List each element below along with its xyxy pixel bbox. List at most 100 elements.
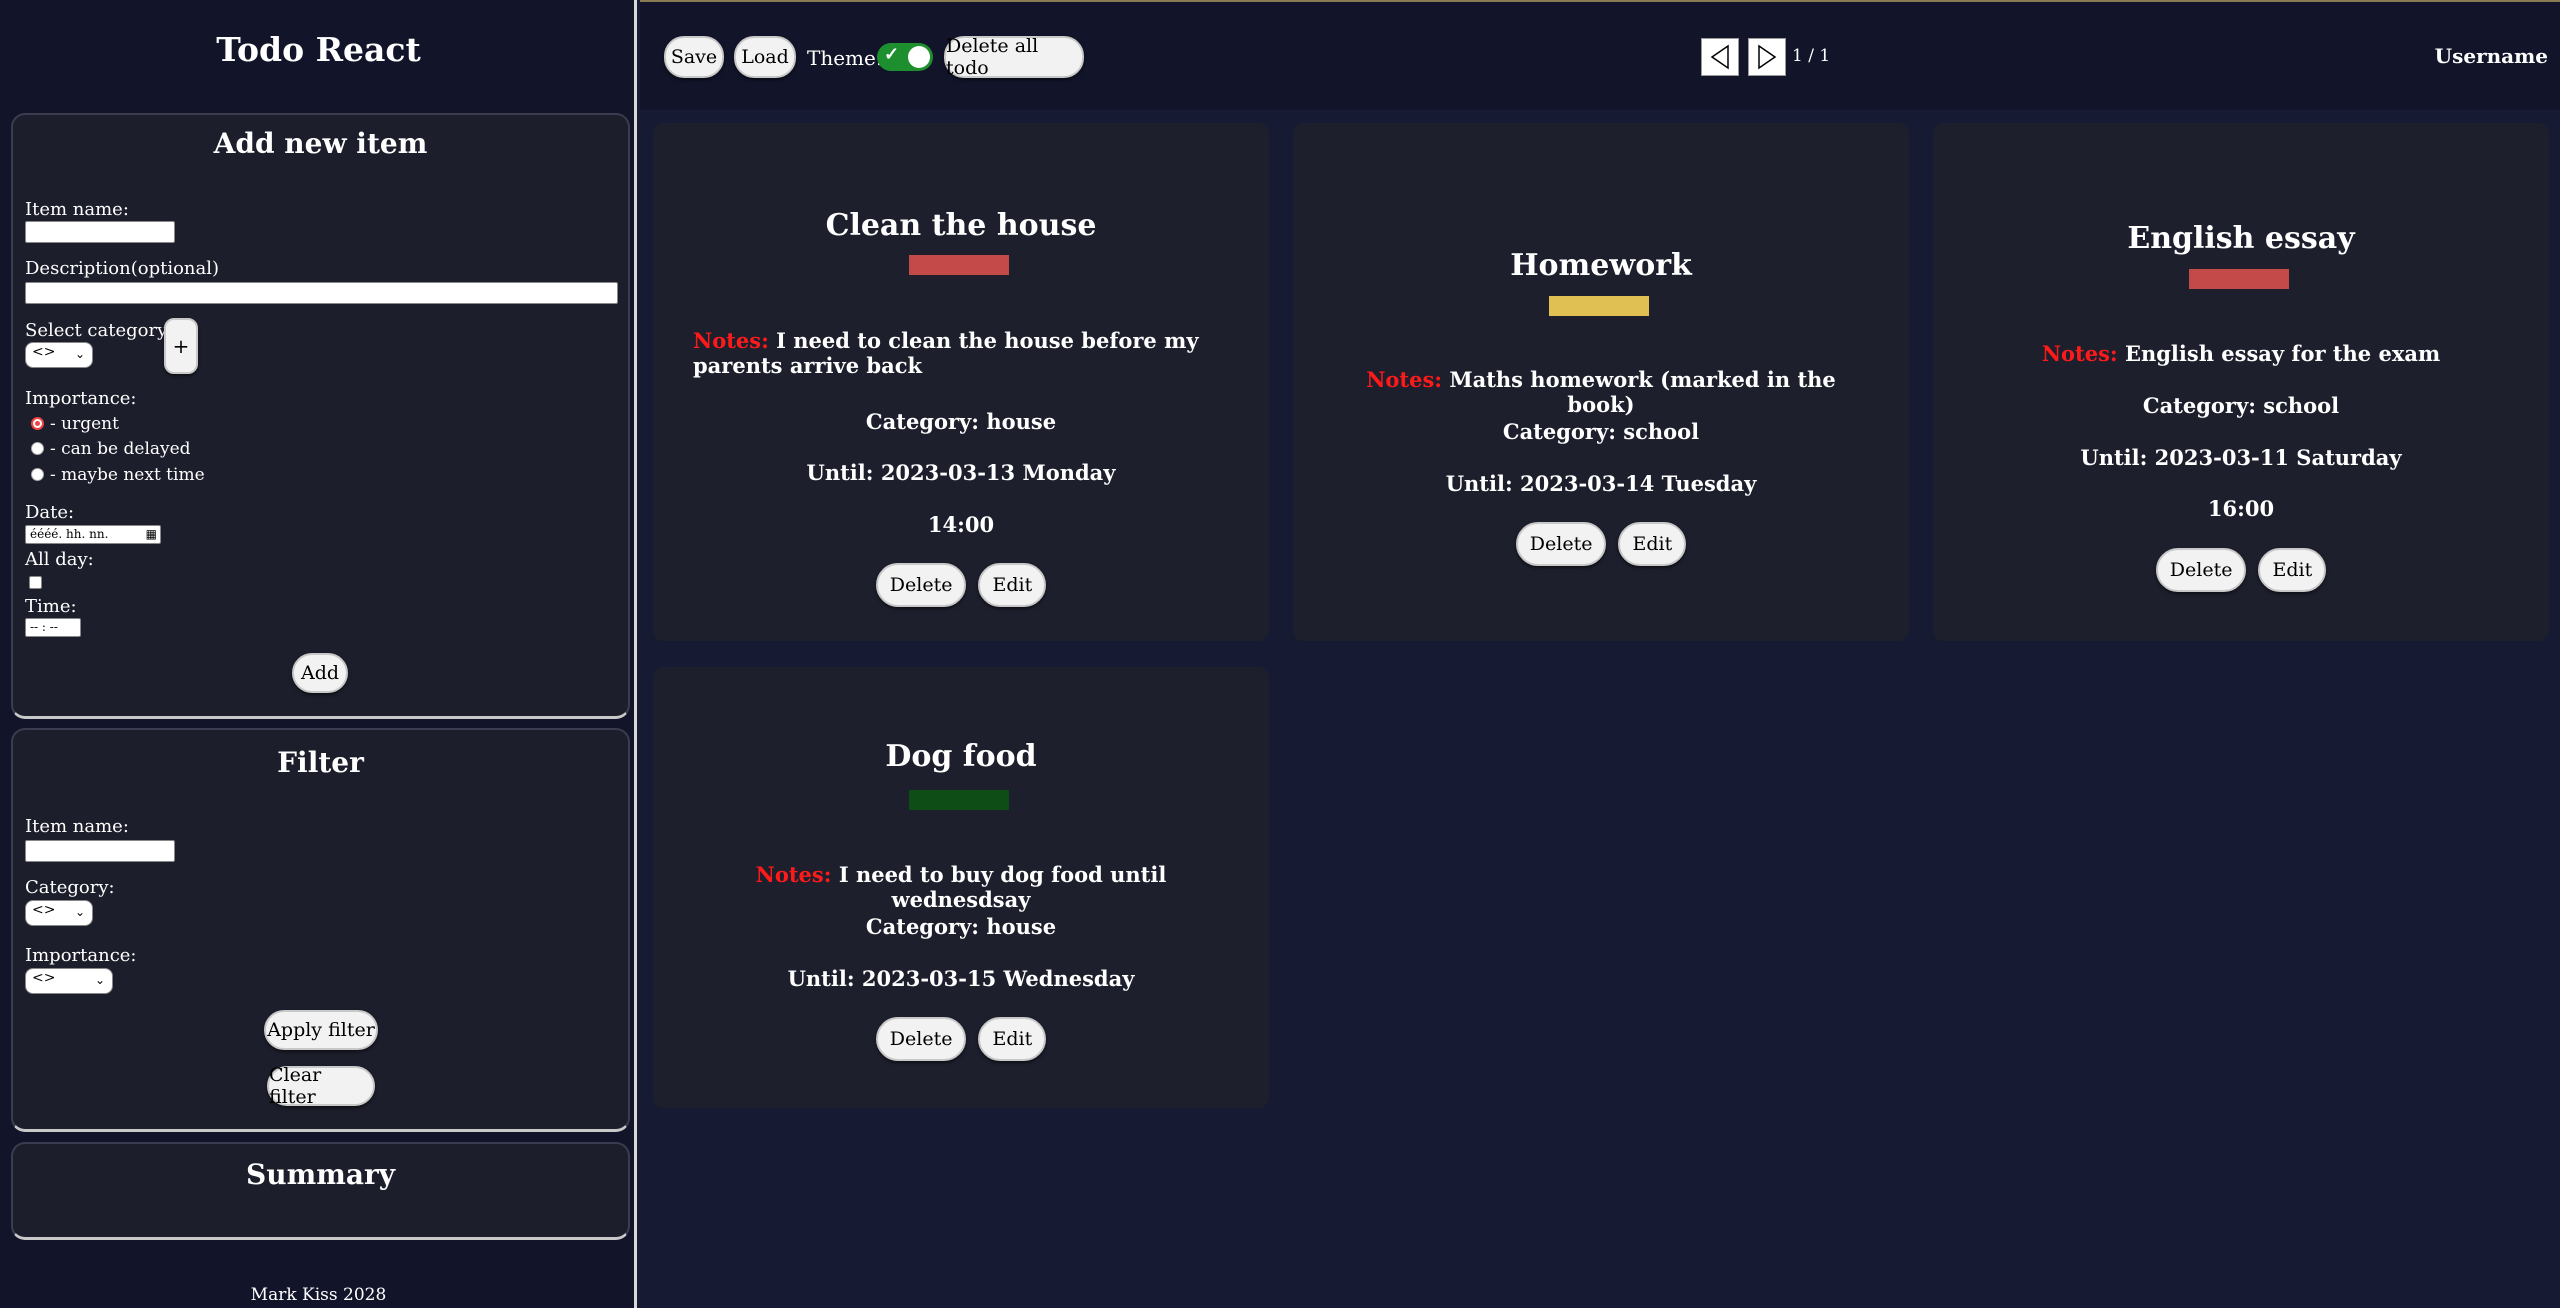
todo-category: Category: house <box>865 409 1057 434</box>
todo-category: Category: house <box>865 914 1057 939</box>
filter-category-select[interactable]: <> ⌄ <box>25 900 93 926</box>
todo-until: Until: 2023-03-14 Tuesday <box>1445 471 1757 496</box>
importance-option-delayed[interactable]: - can be delayed <box>31 439 191 459</box>
todo-title: Dog food <box>885 739 1037 774</box>
app-title: Todo React <box>216 30 421 69</box>
todo-category: Category: school <box>1502 419 1700 444</box>
importance-option-label: - urgent <box>50 414 119 434</box>
todo-grid: Clean the house Notes: I need to clean t… <box>640 110 2560 1308</box>
description-input[interactable] <box>25 282 618 304</box>
importance-bar <box>2189 269 2289 289</box>
delete-button[interactable]: Delete <box>1515 522 1607 566</box>
date-input[interactable]: éééé. hh. nn. ▦ <box>25 525 161 544</box>
delete-all-button[interactable]: Delete all todo <box>944 35 1084 79</box>
triangle-left-icon <box>1710 44 1729 70</box>
notes-label: Notes: <box>1366 367 1443 392</box>
username-label[interactable]: Username <box>2435 44 2548 68</box>
radio-icon[interactable] <box>31 468 44 481</box>
all-day-label: All day: <box>25 549 94 570</box>
chevron-down-icon: ⌄ <box>74 347 85 361</box>
todo-time: 14:00 <box>927 512 995 537</box>
todo-card: English essay Notes: English essay for t… <box>1933 123 2549 641</box>
footer-credit: Mark Kiss 2028 <box>250 1285 387 1305</box>
todo-notes: Notes: Maths homework (marked in the boo… <box>1333 367 1869 417</box>
importance-option-label: - maybe next time <box>50 465 205 485</box>
toggle-knob <box>908 46 930 68</box>
notes-label: Notes: <box>755 862 832 887</box>
add-item-panel: Add new item Item name: Description(opti… <box>11 113 630 719</box>
todo-until: Until: 2023-03-13 Monday <box>806 460 1116 485</box>
time-placeholder: -- : -- <box>30 620 58 634</box>
card-actions: Delete Edit <box>653 1017 1269 1061</box>
importance-bar <box>909 790 1009 810</box>
edit-button[interactable]: Edit <box>2258 548 2327 592</box>
theme-label: Theme: <box>807 46 883 70</box>
edit-button[interactable]: Edit <box>1618 522 1687 566</box>
item-name-label: Item name: <box>25 199 129 220</box>
todo-card: Dog food Notes: I need to buy dog food u… <box>653 667 1269 1108</box>
date-placeholder: éééé. hh. nn. <box>30 527 109 541</box>
todo-notes: Notes: English essay for the exam <box>1973 341 2509 366</box>
notes-label: Notes: <box>693 328 769 353</box>
edit-button[interactable]: Edit <box>978 1017 1047 1061</box>
notes-text: English essay for the exam <box>2124 341 2441 366</box>
todo-card: Clean the house Notes: I need to clean t… <box>653 123 1269 641</box>
sidebar: Todo React Add new item Item name: Descr… <box>0 0 637 1308</box>
todo-time: 16:00 <box>2207 496 2275 521</box>
category-select-value: <> <box>32 344 56 360</box>
next-page-button[interactable] <box>1748 38 1786 76</box>
all-day-checkbox[interactable] <box>29 576 42 589</box>
load-button[interactable]: Load <box>734 36 796 78</box>
radio-checked-icon[interactable] <box>31 417 44 430</box>
importance-label: Importance: <box>25 388 137 409</box>
importance-option-next-time[interactable]: - maybe next time <box>31 465 205 485</box>
edit-button[interactable]: Edit <box>978 563 1047 607</box>
filter-item-name-input[interactable] <box>25 840 175 862</box>
time-label: Time: <box>25 596 77 617</box>
todo-category: Category: school <box>2142 393 2340 418</box>
add-category-button[interactable]: + <box>164 318 198 374</box>
card-actions: Delete Edit <box>1933 548 2549 592</box>
theme-toggle[interactable]: ✓ <box>877 43 933 71</box>
item-name-input[interactable] <box>25 221 175 243</box>
chevron-down-icon: ⌄ <box>74 905 85 919</box>
todo-card: Homework Notes: Maths homework (marked i… <box>1293 123 1909 641</box>
notes-label: Notes: <box>2041 341 2118 366</box>
todo-until: Until: 2023-03-11 Saturday <box>2080 445 2402 470</box>
select-category-label: Select category: <box>25 320 174 341</box>
top-bar: Save Load Theme: ✓ Delete all todo 1 / 1… <box>640 0 2560 110</box>
add-button[interactable]: Add <box>292 653 348 693</box>
todo-until: Until: 2023-03-15 Wednesday <box>787 966 1135 991</box>
category-select[interactable]: <> ⌄ <box>25 342 93 368</box>
triangle-right-icon <box>1758 44 1777 70</box>
todo-title: Homework <box>1510 248 1692 283</box>
importance-bar <box>1549 296 1649 316</box>
todo-title: Clean the house <box>825 208 1097 243</box>
todo-title: English essay <box>2127 221 2355 256</box>
apply-filter-button[interactable]: Apply filter <box>264 1010 378 1050</box>
card-actions: Delete Edit <box>653 563 1269 607</box>
page-indicator: 1 / 1 <box>1792 46 1831 66</box>
notes-text: I need to buy dog food until wednesdsay <box>838 862 1167 912</box>
clear-filter-button[interactable]: Clear filter <box>267 1064 375 1108</box>
filter-category-label: Category: <box>25 877 115 898</box>
check-icon: ✓ <box>884 44 900 65</box>
calendar-icon[interactable]: ▦ <box>146 526 157 543</box>
todo-notes: Notes: I need to clean the house before … <box>693 328 1229 378</box>
chevron-down-icon: ⌄ <box>94 973 105 987</box>
delete-button[interactable]: Delete <box>2155 548 2247 592</box>
time-input[interactable]: -- : -- <box>25 618 81 637</box>
importance-option-urgent[interactable]: - urgent <box>31 414 119 434</box>
delete-button[interactable]: Delete <box>875 563 967 607</box>
summary-panel-title: Summary <box>246 1158 395 1191</box>
date-label: Date: <box>25 502 75 523</box>
delete-button[interactable]: Delete <box>875 1017 967 1061</box>
filter-panel: Filter Item name: Category: <> ⌄ Importa… <box>11 728 630 1132</box>
filter-importance-select[interactable]: <> ⌄ <box>25 968 113 994</box>
add-item-panel-title: Add new item <box>213 127 428 160</box>
radio-icon[interactable] <box>31 442 44 455</box>
save-button[interactable]: Save <box>664 36 724 78</box>
filter-item-name-label: Item name: <box>25 816 129 837</box>
previous-page-button[interactable] <box>1701 38 1739 76</box>
filter-panel-title: Filter <box>277 746 364 779</box>
